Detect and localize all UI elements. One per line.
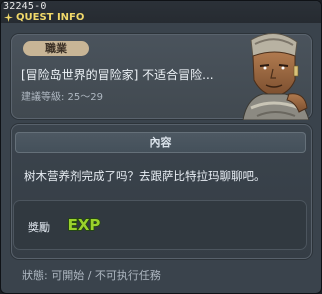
window-title-row: QUEST INFO	[4, 10, 84, 24]
quest-summary-panel: 職業 [冒险岛世界的冒险家] 不适合冒险... 建議等級: 25～29	[11, 33, 312, 120]
npc-portrait-icon	[242, 33, 310, 120]
quest-status: 狀態: 可開始 / 不可执行任務	[22, 269, 161, 282]
quest-name: [冒险岛世界的冒险家] 不适合冒险...	[21, 68, 214, 82]
quest-info-window: 32245-0 QUEST INFO 職業 [冒险岛世界的冒险家] 不适合冒险.…	[0, 0, 322, 294]
exp-text: EXP	[68, 216, 101, 234]
window-title: QUEST INFO	[16, 11, 85, 23]
reward-box: 獎勵 EXP	[13, 200, 307, 250]
exp-icon: EXP	[67, 215, 101, 234]
quest-description: 树木营养剂完成了吗？去跟萨比特拉玛聊聊吧。	[24, 169, 266, 183]
job-badge: 職業	[23, 41, 89, 56]
quest-content-panel: 內容 树木营养剂完成了吗？去跟萨比特拉玛聊聊吧。 獎勵 EXP	[11, 124, 312, 259]
reward-label: 獎勵	[28, 221, 50, 234]
sparkle-icon	[4, 12, 13, 22]
content-header: 內容	[15, 132, 306, 153]
recommended-level: 建議等級: 25～29	[21, 92, 103, 103]
